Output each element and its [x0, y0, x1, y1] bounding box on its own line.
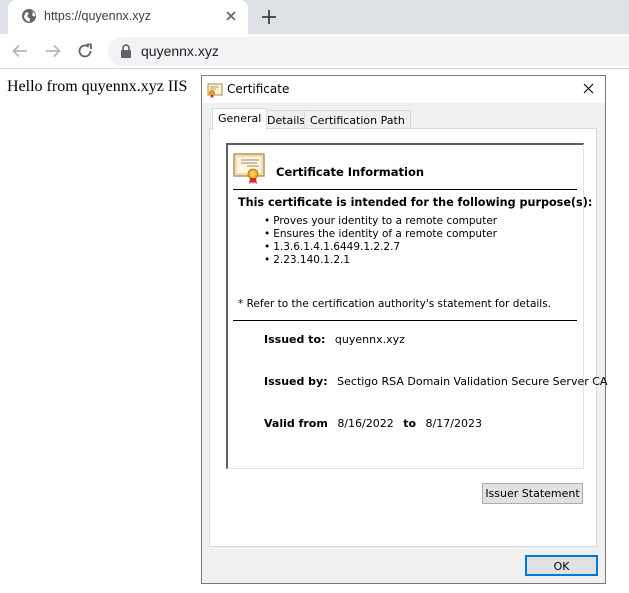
divider — [233, 320, 577, 321]
tab-certification-path[interactable]: Certification Path — [304, 110, 411, 129]
valid-from-value: 8/16/2022 — [337, 417, 394, 430]
validity-row: Valid from 8/16/2022 to 8/17/2023 — [264, 417, 482, 430]
tab-general-label: General — [218, 112, 262, 125]
purpose-item: 2.23.140.1.2.1 — [264, 254, 497, 267]
purpose-item: Ensures the identity of a remote compute… — [264, 228, 497, 241]
issued-by-label: Issued by: — [264, 375, 328, 388]
valid-to-value: 8/17/2023 — [425, 417, 482, 430]
plus-icon[interactable] — [260, 8, 278, 26]
valid-to-label: to — [403, 417, 417, 430]
certificate-icon — [207, 83, 223, 98]
tab-certification-path-label: Certification Path — [310, 114, 405, 127]
divider — [233, 189, 577, 190]
purpose-item: 1.3.6.1.4.1.6449.1.2.2.7 — [264, 241, 497, 254]
close-icon[interactable] — [572, 76, 605, 103]
close-icon[interactable] — [224, 9, 238, 23]
page-body-text: Hello from quyennx.xyz IIS — [7, 78, 188, 95]
lock-icon[interactable] — [120, 44, 132, 58]
purpose-list: Proves your identity to a remote compute… — [264, 215, 497, 267]
browser-toolbar: quyennx.xyz — [0, 34, 629, 69]
general-tab-panel: Certificate Information This certificate… — [209, 128, 607, 547]
dialog-title: Certificate — [227, 82, 290, 96]
issued-by-value: Sectigo RSA Domain Validation Secure Ser… — [337, 375, 608, 388]
url-text[interactable]: quyennx.xyz — [141, 43, 219, 59]
arrow-right-icon[interactable] — [44, 42, 62, 60]
reload-icon[interactable] — [76, 42, 94, 60]
address-bar[interactable]: quyennx.xyz — [108, 37, 629, 66]
refer-note: * Refer to the certification authority's… — [238, 298, 552, 310]
browser-tab[interactable]: https://quyennx.xyz — [8, 0, 248, 34]
certificate-dialog: Certificate General Details Certificatio… — [201, 75, 607, 584]
dialog-titlebar[interactable]: Certificate — [202, 76, 605, 103]
issued-to-label: Issued to: — [264, 333, 326, 346]
tab-details-label: Details — [267, 114, 306, 127]
tab-general[interactable]: General — [212, 108, 268, 130]
globe-icon — [22, 9, 36, 23]
issued-to-row: Issued to: quyennx.xyz — [264, 333, 405, 346]
issuer-statement-button[interactable]: Issuer Statement — [482, 483, 583, 504]
valid-from-label: Valid from — [264, 417, 328, 430]
purpose-heading: This certificate is intended for the fol… — [238, 196, 593, 209]
certificate-info-box: Certificate Information This certificate… — [226, 143, 607, 469]
ok-button[interactable]: OK — [525, 555, 598, 576]
browser-tabstrip: https://quyennx.xyz — [0, 0, 629, 34]
issued-to-value: quyennx.xyz — [334, 333, 405, 346]
tab-title: https://quyennx.xyz — [44, 9, 152, 23]
issued-by-row: Issued by: Sectigo RSA Domain Validation… — [264, 375, 607, 388]
purpose-item: Proves your identity to a remote compute… — [264, 215, 497, 228]
certificate-info-heading: Certificate Information — [276, 165, 425, 179]
arrow-left-icon[interactable] — [11, 42, 29, 60]
certificate-icon — [233, 153, 265, 184]
